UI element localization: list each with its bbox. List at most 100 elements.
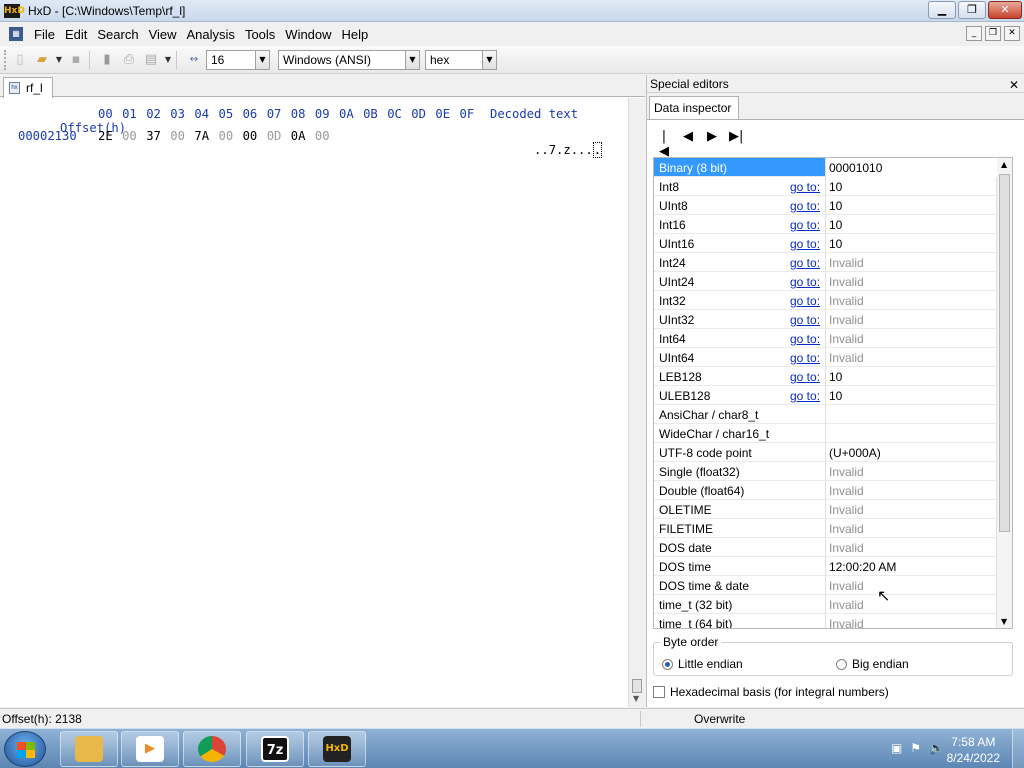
menu-search[interactable]: Search bbox=[92, 27, 143, 42]
goto-link[interactable]: go to: bbox=[790, 180, 820, 194]
inspector-row[interactable]: FILETIME Invalid bbox=[654, 519, 997, 538]
goto-link[interactable]: go to: bbox=[790, 351, 820, 365]
start-button[interactable] bbox=[4, 731, 46, 767]
inspector-row-value[interactable]: Invalid bbox=[829, 541, 864, 555]
inspector-row[interactable]: UInt8 go to: 10 bbox=[654, 196, 997, 215]
hex-byte[interactable]: 00 bbox=[243, 129, 258, 145]
inspector-row-value[interactable]: Invalid bbox=[829, 484, 864, 498]
grid-vertical-scrollbar[interactable]: ▲ ▼ bbox=[996, 158, 1012, 628]
inspector-row[interactable]: Int24 go to: Invalid bbox=[654, 253, 997, 272]
volume-icon[interactable]: 🔈 bbox=[929, 741, 944, 755]
inspector-row-value[interactable]: Invalid bbox=[829, 275, 864, 289]
toolbar-grip[interactable] bbox=[4, 49, 7, 70]
inspector-row-value[interactable]: Invalid bbox=[829, 598, 864, 612]
goto-link[interactable]: go to: bbox=[790, 370, 820, 384]
new-file-icon[interactable]: ▯ bbox=[11, 51, 29, 69]
inspector-row[interactable]: UTF-8 code point (U+000A) bbox=[654, 443, 997, 462]
mdi-restore-button[interactable]: ❐ bbox=[985, 26, 1001, 41]
inspector-row-value[interactable]: Invalid bbox=[829, 522, 864, 536]
inspector-grid[interactable]: ▲ ▼ Binary (8 bit) 00001010 Int8 go to: 10 UI… bbox=[653, 157, 1013, 629]
inspector-row-value[interactable]: 10 bbox=[829, 389, 842, 403]
big-endian-radio[interactable]: Big endian bbox=[836, 657, 909, 671]
inspector-row-value[interactable]: Invalid bbox=[829, 332, 864, 346]
decoded-text[interactable]: ..7.z.... bbox=[490, 129, 603, 158]
mdi-close-button[interactable]: ✕ bbox=[1004, 26, 1020, 41]
inspector-row-value[interactable]: (U+000A) bbox=[829, 446, 881, 460]
taskbar-app-button[interactable] bbox=[183, 731, 241, 767]
hex-byte[interactable]: 0A bbox=[291, 129, 306, 145]
goto-link[interactable]: go to: bbox=[790, 256, 820, 270]
inspector-row-value[interactable]: 10 bbox=[829, 218, 842, 232]
inspector-row[interactable]: Double (float64) Invalid bbox=[654, 481, 997, 500]
chevron-down-icon[interactable]: ▼ bbox=[405, 50, 419, 69]
inspector-row[interactable]: LEB128 go to: 10 bbox=[654, 367, 997, 386]
inspector-row-value[interactable]: 10 bbox=[829, 180, 842, 194]
inspector-row[interactable]: DOS date Invalid bbox=[654, 538, 997, 557]
inspector-row[interactable]: Int16 go to: 10 bbox=[654, 215, 997, 234]
document-tab[interactable]: hx rf_l bbox=[3, 77, 53, 98]
close-icon[interactable]: ✕ bbox=[1009, 76, 1019, 94]
inspector-row[interactable]: time_t (32 bit) Invalid bbox=[654, 595, 997, 614]
scrollbar-thumb[interactable] bbox=[632, 679, 642, 693]
goto-link[interactable]: go to: bbox=[790, 199, 820, 213]
inspector-row-value[interactable]: 10 bbox=[829, 370, 842, 384]
hex-byte[interactable]: 00 bbox=[122, 129, 137, 145]
goto-link[interactable]: go to: bbox=[790, 237, 820, 251]
inspector-row-value[interactable]: Invalid bbox=[829, 503, 864, 517]
inspector-row-value[interactable]: 12:00:20 AM bbox=[829, 560, 896, 574]
taskbar-app-button[interactable]: ▶ bbox=[121, 731, 179, 767]
inspector-row[interactable]: UInt32 go to: Invalid bbox=[654, 310, 997, 329]
hex-byte[interactable]: 37 bbox=[146, 129, 161, 145]
print-icon[interactable]: ⎙ bbox=[120, 51, 138, 69]
inspector-row-value[interactable]: Invalid bbox=[829, 579, 864, 593]
maximize-button[interactable]: ❐ bbox=[958, 1, 986, 19]
inspector-row[interactable]: ULEB128 go to: 10 bbox=[654, 386, 997, 405]
inspector-row[interactable]: OLETIME Invalid bbox=[654, 500, 997, 519]
next-icon[interactable]: ▶ bbox=[705, 129, 719, 159]
goto-link[interactable]: go to: bbox=[790, 313, 820, 327]
inspector-row-value[interactable]: 10 bbox=[829, 237, 842, 251]
menu-help[interactable]: Help bbox=[337, 27, 374, 42]
properties-icon[interactable]: ▤ bbox=[142, 51, 160, 69]
goto-link[interactable]: go to: bbox=[790, 218, 820, 232]
network-icon[interactable]: ▣ bbox=[891, 741, 902, 755]
menu-view[interactable]: View bbox=[144, 27, 182, 42]
menu-edit[interactable]: Edit bbox=[60, 27, 92, 42]
goto-link[interactable]: go to: bbox=[790, 294, 820, 308]
bytes-per-row-select[interactable]: 16 ▼ bbox=[206, 49, 270, 70]
scroll-down-icon[interactable]: ▼ bbox=[633, 694, 639, 703]
inspector-row[interactable]: DOS time & date Invalid bbox=[654, 576, 997, 595]
menu-analysis[interactable]: Analysis bbox=[182, 27, 240, 42]
inspector-row-value[interactable]: 10 bbox=[829, 199, 842, 213]
inspector-row-value[interactable]: Invalid bbox=[829, 256, 864, 270]
dropdown-arrow-icon[interactable]: ▼ bbox=[55, 51, 63, 69]
hex-doc-icon[interactable]: ▦ bbox=[9, 27, 23, 41]
inspector-row[interactable]: Int64 go to: Invalid bbox=[654, 329, 997, 348]
inspector-row[interactable]: Int8 go to: 10 bbox=[654, 177, 997, 196]
open-folder-icon[interactable]: ▰ bbox=[33, 51, 51, 69]
close-file-icon[interactable]: ▮ bbox=[98, 51, 116, 69]
offset-base-select[interactable]: hex ▼ bbox=[425, 49, 497, 70]
inspector-row[interactable]: DOS time 12:00:20 AM bbox=[654, 557, 997, 576]
hex-basis-checkbox[interactable]: Hexadecimal basis (for integral numbers) bbox=[653, 685, 889, 699]
charset-select[interactable]: Windows (ANSI) ▼ bbox=[278, 49, 420, 70]
show-desktop-button[interactable] bbox=[1012, 729, 1024, 768]
inspector-row[interactable]: Single (float32) Invalid bbox=[654, 462, 997, 481]
minimize-button[interactable]: ▁ bbox=[928, 1, 956, 19]
hex-byte[interactable]: 7A bbox=[194, 129, 209, 145]
hex-byte[interactable]: 00 bbox=[219, 129, 234, 145]
inspector-row[interactable]: UInt24 go to: Invalid bbox=[654, 272, 997, 291]
close-button[interactable]: ✕ bbox=[988, 1, 1022, 19]
inspector-row-value[interactable]: Invalid bbox=[829, 465, 864, 479]
inspector-row-value[interactable]: 00001010 bbox=[826, 158, 997, 177]
inspector-row-value[interactable]: Invalid bbox=[829, 313, 864, 327]
hex-vertical-scrollbar[interactable]: ▼ bbox=[628, 98, 645, 707]
hex-byte[interactable]: 0D bbox=[267, 129, 282, 145]
hex-byte[interactable]: 00 bbox=[315, 129, 330, 145]
hex-byte[interactable]: 00 bbox=[170, 129, 185, 145]
inspector-row-value[interactable]: Invalid bbox=[829, 351, 864, 365]
inspector-row[interactable]: UInt16 go to: 10 bbox=[654, 234, 997, 253]
little-endian-radio[interactable]: Little endian bbox=[662, 657, 743, 671]
clock[interactable]: 7:58 AM 8/24/2022 bbox=[947, 734, 1000, 766]
inspector-row-value[interactable]: Invalid bbox=[829, 294, 864, 308]
